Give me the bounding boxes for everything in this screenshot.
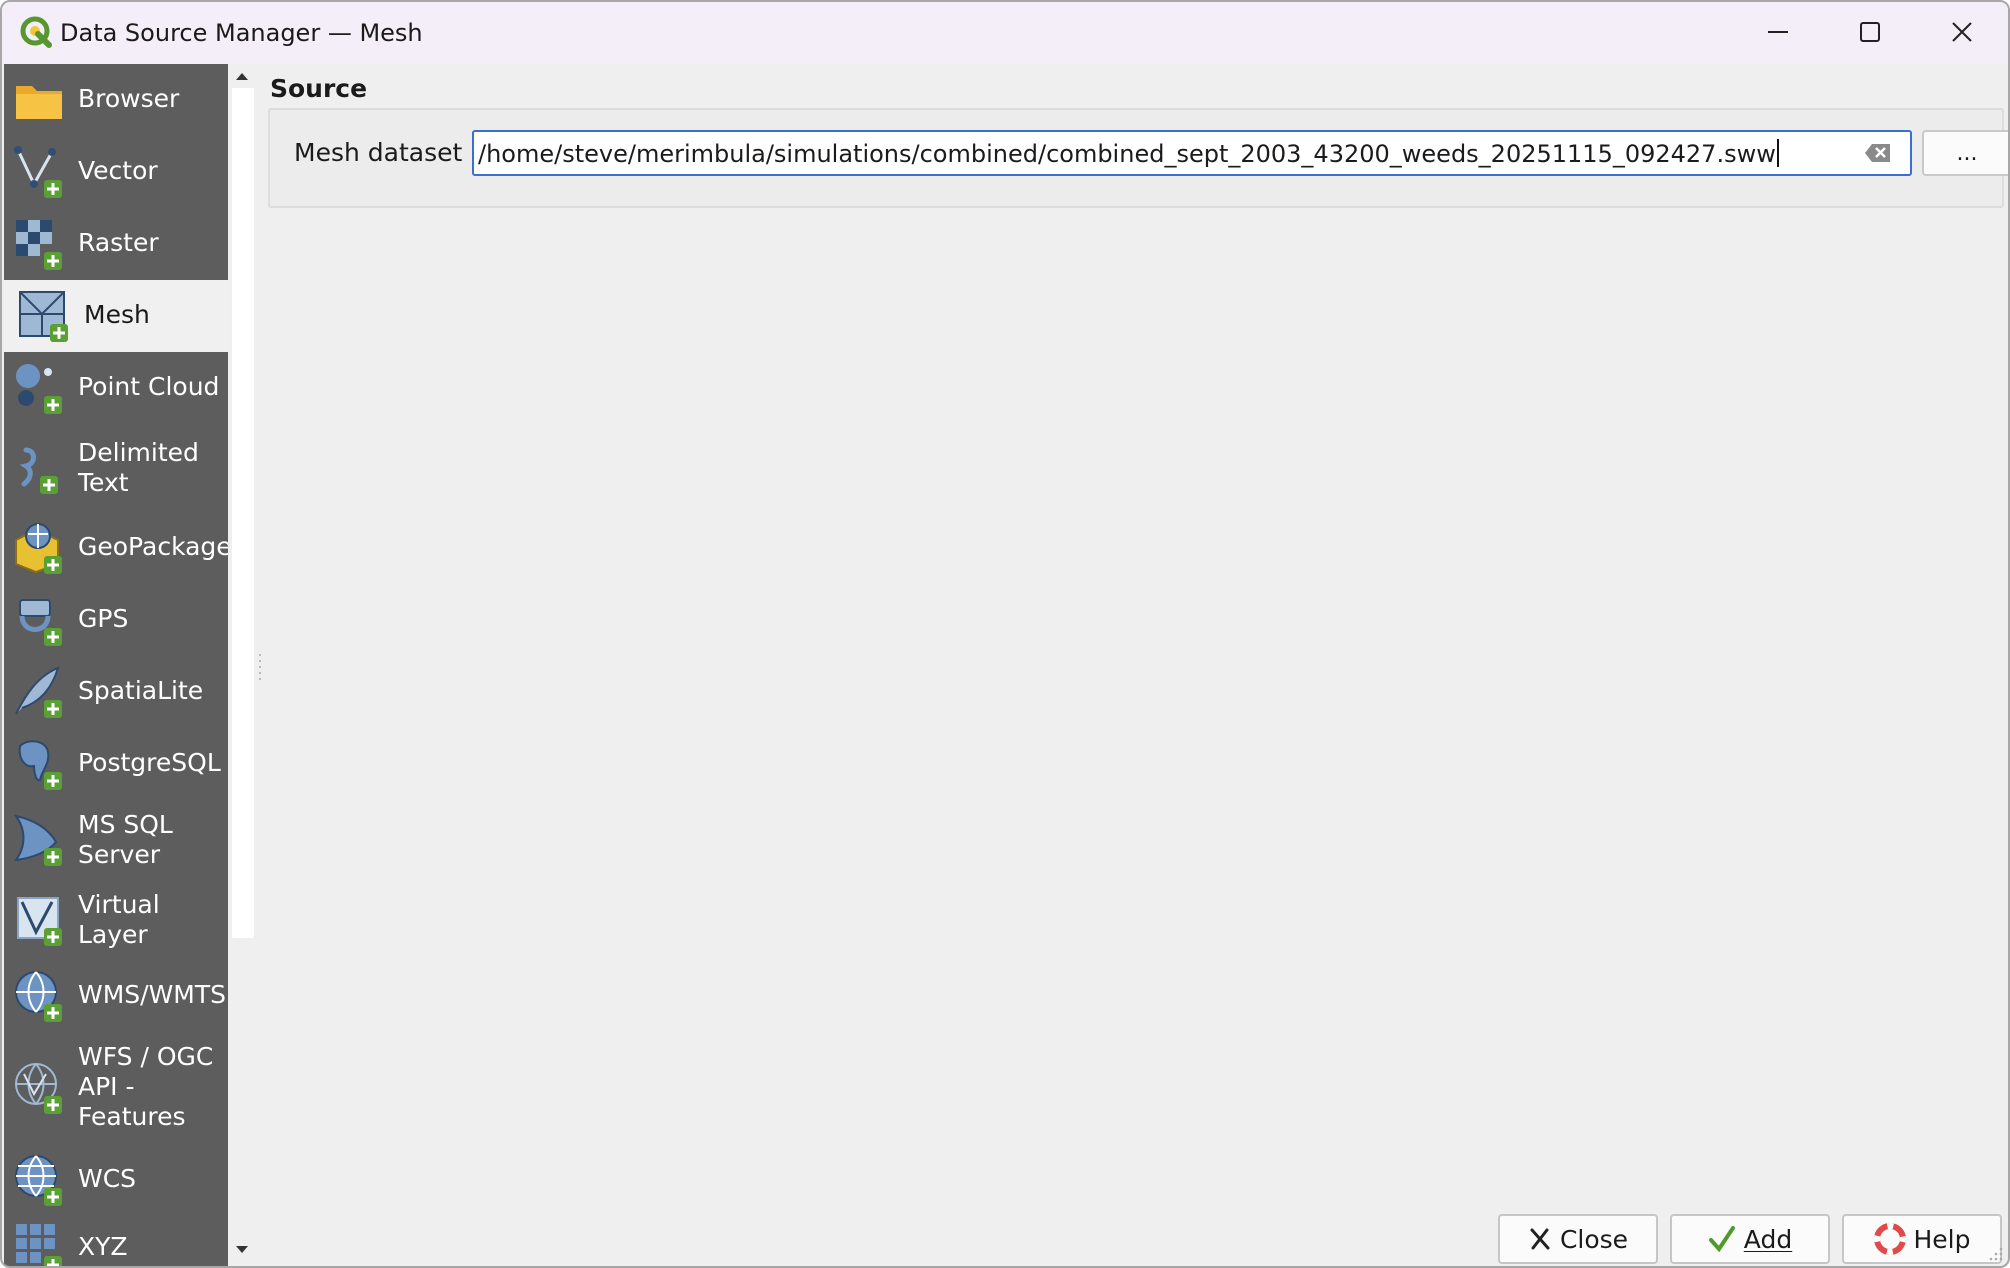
wfs-add-icon — [15, 1063, 62, 1114]
close-button[interactable]: Close — [1498, 1214, 1658, 1264]
virtual-layer-add-icon — [17, 897, 62, 946]
help-button[interactable]: Help — [1842, 1214, 2002, 1264]
add-button[interactable]: Add — [1670, 1214, 1830, 1264]
sidebar-item-label: WFS / OGC API - Features — [78, 1042, 214, 1131]
sidebar-item-wfs-ogc[interactable]: WFS / OGC API - Features — [4, 1032, 228, 1144]
wcs-add-icon — [15, 1155, 62, 1206]
close-x-icon — [1530, 1228, 1550, 1250]
sidebar-item-label: Point Cloud — [78, 372, 220, 401]
spatialite-add-icon — [15, 666, 62, 718]
sidebar-item-spatialite[interactable]: SpatiaLite — [4, 656, 228, 728]
source-groupbox: Mesh dataset /home/steve/merimbula/simul… — [268, 108, 2008, 208]
scroll-up-icon[interactable] — [234, 70, 250, 82]
sidebar-item-label: XYZ — [78, 1232, 128, 1261]
sidebar-item-xyz[interactable]: XYZ — [4, 1216, 228, 1266]
mesh-dataset-path: /home/steve/merimbula/simulations/combin… — [478, 140, 1776, 168]
sidebar-item-wcs[interactable]: WCS — [4, 1144, 228, 1216]
maximize-icon — [1860, 22, 1880, 42]
minimize-icon — [1768, 31, 1788, 33]
title-bar: Data Source Manager — Mesh — [2, 2, 2008, 64]
mesh-dataset-input[interactable]: /home/steve/merimbula/simulations/combin… — [472, 130, 1912, 176]
sidebar-item-delimited-text[interactable]: Delimited Text — [4, 424, 228, 512]
sidebar-item-label: GPS — [78, 604, 129, 633]
sidebar-item-gps[interactable]: GPS — [4, 584, 228, 656]
sidebar-item-virtual-layer[interactable]: Virtual Layer — [4, 880, 228, 960]
gps-add-icon — [19, 599, 62, 646]
point-cloud-add-icon — [16, 364, 62, 414]
delimited-text-add-icon — [19, 447, 58, 494]
mesh-dataset-label: Mesh dataset — [294, 138, 463, 167]
sidebar-item-wms-wmts[interactable]: WMS/WMTS — [4, 960, 228, 1032]
sidebar-item-label: Mesh — [84, 300, 150, 329]
splitter-handle[interactable] — [258, 652, 262, 682]
window-title: Data Source Manager — Mesh — [60, 19, 423, 47]
vector-add-icon — [14, 146, 62, 198]
sidebar-item-postgresql[interactable]: PostgreSQL — [4, 728, 228, 800]
sidebar-item-label: Delimited Text — [78, 438, 199, 497]
close-button-label: Close — [1559, 1224, 1629, 1254]
minimize-button[interactable] — [1732, 2, 1824, 62]
sidebar-item-label: SpatiaLite — [78, 676, 204, 705]
sidebar-item-label: GeoPackage — [78, 532, 232, 561]
maximize-button[interactable] — [1824, 2, 1916, 62]
sidebar-item-label: Vector — [78, 156, 158, 185]
sidebar-item-point-cloud[interactable]: Point Cloud — [4, 352, 228, 424]
scrollbar-thumb[interactable] — [232, 88, 254, 938]
help-button-label: Help — [1913, 1224, 1971, 1254]
wms-add-icon — [15, 971, 62, 1022]
scroll-down-icon[interactable] — [234, 1244, 250, 1256]
provider-sidebar: Browser Vector Raster Mesh Point Cloud D… — [4, 64, 232, 1266]
close-icon — [1952, 22, 1972, 42]
sidebar-scrollbar[interactable] — [228, 64, 256, 1266]
section-title: Source — [270, 74, 368, 103]
mesh-source-panel: Source Mesh dataset /home/steve/merimbul… — [264, 64, 2008, 1266]
folder-icon — [16, 86, 62, 119]
geopackage-add-icon — [15, 523, 62, 574]
checkmark-icon — [1708, 1226, 1735, 1253]
raster-add-icon — [16, 220, 62, 270]
help-lifebuoy-icon — [1873, 1223, 1906, 1255]
browse-button[interactable]: ... — [1922, 130, 2008, 176]
postgresql-add-icon — [18, 740, 62, 790]
text-caret — [1776, 139, 1779, 167]
sidebar-item-label: Raster — [78, 228, 159, 257]
qgis-logo-icon — [20, 16, 52, 48]
data-source-manager-window: Data Source Manager — Mesh Browser Vecto… — [0, 0, 2010, 1268]
sidebar-item-geopackage[interactable]: GeoPackage — [4, 512, 232, 584]
close-window-button[interactable] — [1916, 2, 2008, 62]
xyz-add-icon — [16, 1224, 62, 1266]
sidebar-item-label: Browser — [78, 84, 180, 113]
sidebar-item-label: WMS/WMTS — [78, 980, 227, 1009]
mssql-add-icon — [13, 814, 62, 866]
sidebar-item-label: WCS — [78, 1164, 137, 1193]
sidebar-item-label: Virtual Layer — [78, 890, 160, 949]
sidebar-item-mssql[interactable]: MS SQL Server — [4, 800, 228, 880]
clear-text-icon[interactable] — [1864, 142, 1892, 164]
sidebar-item-vector[interactable]: Vector — [4, 136, 228, 208]
sidebar-item-raster[interactable]: Raster — [4, 208, 228, 280]
sidebar-item-browser[interactable]: Browser — [4, 64, 228, 136]
sidebar-item-label: MS SQL Server — [78, 810, 173, 869]
mesh-add-icon — [19, 291, 68, 342]
resize-grip-icon[interactable] — [1986, 1244, 2004, 1262]
sidebar-item-mesh[interactable]: Mesh — [4, 280, 228, 352]
add-button-label: Add — [1743, 1224, 1793, 1254]
sidebar-item-label: PostgreSQL — [78, 748, 221, 777]
